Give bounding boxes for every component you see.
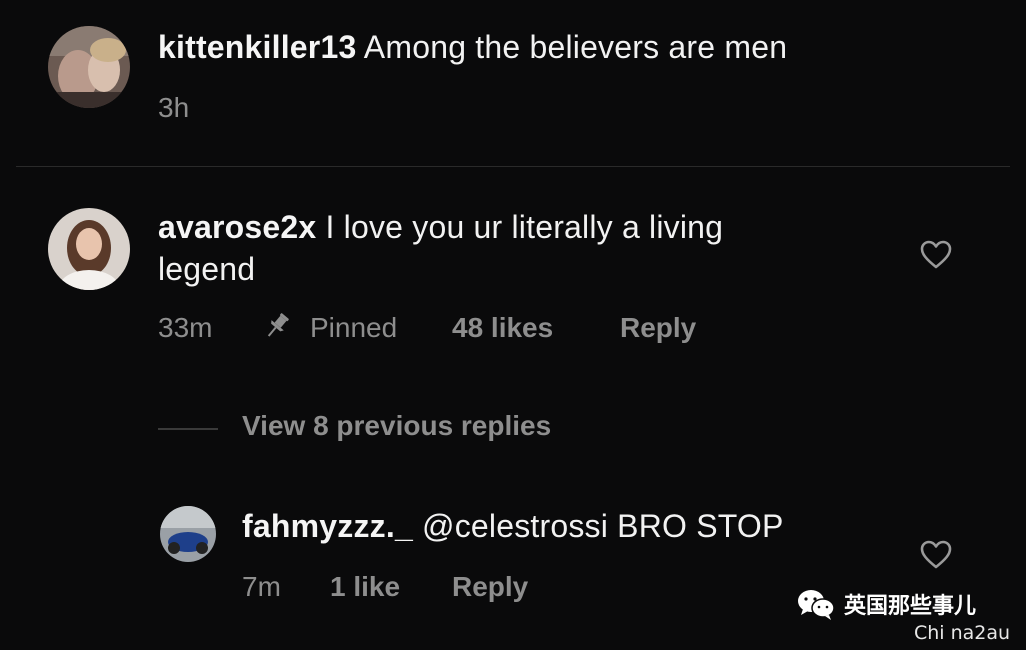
comment-body-3: @celestrossi BRO STOP bbox=[422, 508, 784, 544]
divider bbox=[16, 166, 1010, 167]
comment-text-2: avarose2x I love you ur literally a livi… bbox=[158, 206, 878, 290]
username-fahmyzzz[interactable]: fahmyzzz._ bbox=[242, 508, 413, 544]
avatar-kittenkiller13[interactable] bbox=[48, 26, 130, 108]
replies-divider-line bbox=[158, 428, 218, 430]
reply-button-2[interactable]: Reply bbox=[620, 312, 696, 344]
reply-button-3[interactable]: Reply bbox=[452, 571, 528, 603]
username-kittenkiller13[interactable]: kittenkiller13 bbox=[158, 29, 356, 65]
like-heart-icon[interactable] bbox=[920, 240, 952, 270]
pinned-label: Pinned bbox=[310, 312, 398, 343]
watermark: 英国那些事儿 bbox=[796, 584, 976, 624]
likes-count-2[interactable]: 48 likes bbox=[452, 312, 553, 344]
comment-body-2-line2: legend bbox=[158, 251, 256, 287]
pin-icon bbox=[267, 313, 289, 337]
comment-text-1: kittenkiller13 Among the believers are m… bbox=[158, 26, 978, 68]
comment-time-3: 7m bbox=[242, 571, 281, 602]
avatar-avarose2x[interactable] bbox=[48, 208, 130, 290]
like-heart-icon-reply[interactable] bbox=[920, 540, 952, 570]
username-avarose2x[interactable]: avarose2x bbox=[158, 209, 316, 245]
comment-body-1: Among the believers are men bbox=[363, 29, 788, 65]
likes-count-3[interactable]: 1 like bbox=[330, 571, 400, 603]
watermark-site: Chi na2au bbox=[914, 622, 1011, 644]
comment-text-3: fahmyzzz._ @celestrossi BRO STOP bbox=[242, 505, 902, 547]
wechat-icon bbox=[798, 590, 835, 620]
comment-body-2-line1: I love you ur literally a living bbox=[325, 209, 724, 245]
comment-time-2: 33m bbox=[158, 312, 213, 343]
view-previous-replies-button[interactable]: View 8 previous replies bbox=[242, 410, 551, 442]
watermark-channel: 英国那些事儿 bbox=[844, 594, 977, 619]
avatar-fahmyzzz[interactable] bbox=[160, 506, 216, 562]
comment-time-1: 3h bbox=[158, 92, 190, 123]
